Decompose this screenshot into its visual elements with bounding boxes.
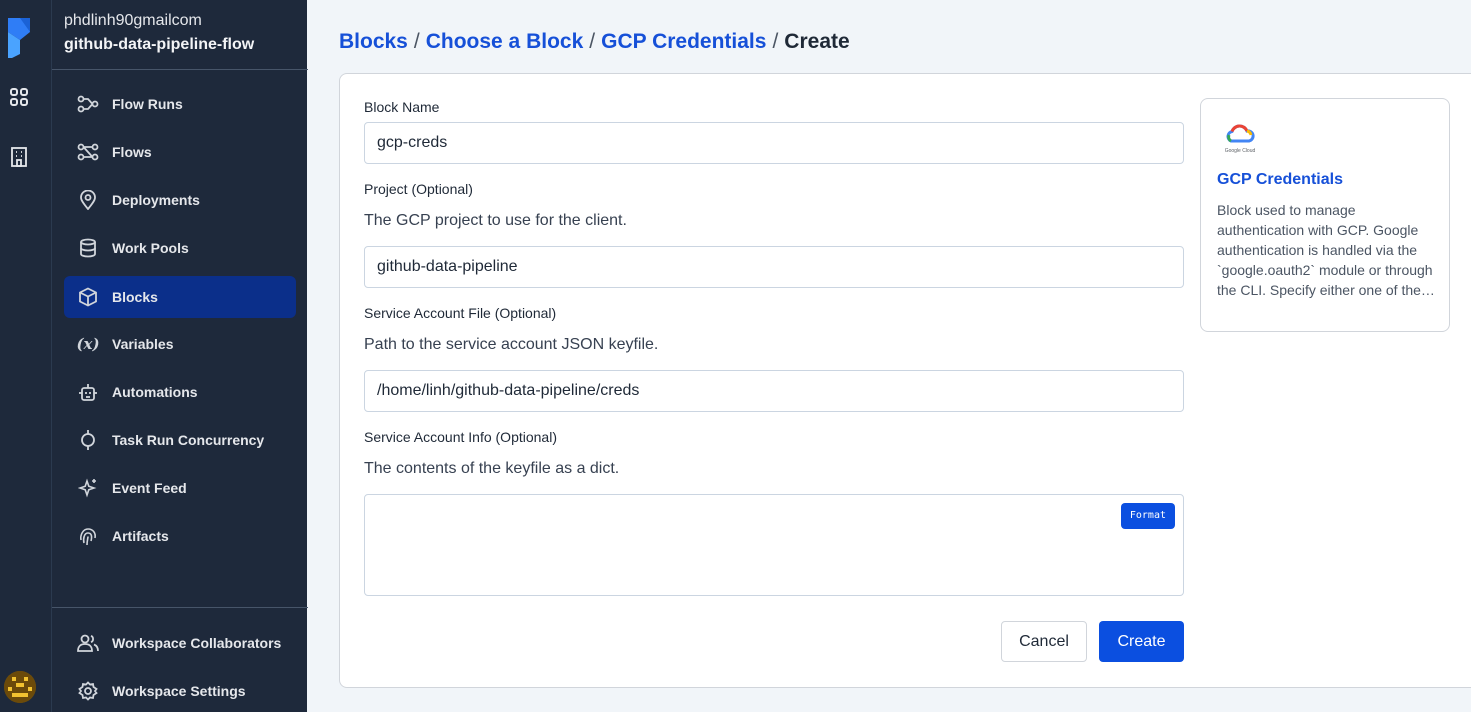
info-card-title[interactable]: GCP Credentials xyxy=(1217,171,1343,189)
building-icon[interactable] xyxy=(7,145,31,169)
sidebar-item-artifacts[interactable]: Artifacts xyxy=(64,515,296,557)
database-icon xyxy=(77,237,99,259)
sidebar-item-variables[interactable]: (x) Variables xyxy=(64,323,296,365)
service-account-file-label: Service Account File (Optional) xyxy=(364,305,557,321)
workspace-name: github-data-pipeline-flow xyxy=(64,36,255,53)
project-description: The GCP project to use for the client. xyxy=(364,212,627,229)
sidebar-item-flows[interactable]: Flows xyxy=(64,131,296,173)
variable-icon: (x) xyxy=(76,335,100,353)
fingerprint-icon xyxy=(77,525,99,547)
service-account-info-description: The contents of the keyfile as a dict. xyxy=(364,460,620,477)
breadcrumb-separator: / xyxy=(772,30,779,53)
workspace-header[interactable]: phdlinh90gmailcom github-data-pipeline-f… xyxy=(64,10,254,58)
sidebar-item-label: Deployments xyxy=(112,192,200,208)
sidebar: phdlinh90gmailcom github-data-pipeline-f… xyxy=(51,0,308,712)
gear-icon xyxy=(77,680,99,702)
format-button[interactable]: Format xyxy=(1120,503,1175,529)
breadcrumb-separator: / xyxy=(589,30,596,53)
sidebar-item-task-run-concurrency[interactable]: Task Run Concurrency xyxy=(64,419,296,461)
breadcrumb-current: Create xyxy=(784,30,850,53)
breadcrumb: Blocks / Choose a Block / GCP Credentials / Cr… xyxy=(339,30,850,54)
flows-icon xyxy=(77,141,99,163)
sidebar-item-work-pools[interactable]: Work Pools xyxy=(64,227,296,269)
dashboard-grid-icon[interactable] xyxy=(7,85,31,109)
google-cloud-logo-icon: Google Cloud xyxy=(1221,123,1259,157)
sidebar-item-label: Workspace Collaborators xyxy=(112,635,282,651)
create-button[interactable]: Create xyxy=(1099,621,1184,662)
user-avatar[interactable] xyxy=(4,671,36,703)
cancel-button[interactable]: Cancel xyxy=(1001,621,1087,662)
sidebar-item-event-feed[interactable]: Event Feed xyxy=(64,467,296,509)
sidebar-divider xyxy=(52,607,308,608)
project-label: Project (Optional) xyxy=(364,181,473,197)
workspace-account: phdlinh90gmailcom xyxy=(64,12,202,29)
sidebar-item-label: Blocks xyxy=(112,289,158,305)
sidebar-item-label: Work Pools xyxy=(112,240,189,256)
block-name-label: Block Name xyxy=(364,99,440,115)
service-account-file-input[interactable] xyxy=(364,370,1184,412)
concurrency-icon xyxy=(77,429,99,451)
breadcrumb-blocks[interactable]: Blocks xyxy=(339,30,408,53)
sidebar-item-label: Task Run Concurrency xyxy=(112,432,265,448)
service-account-info-editor[interactable]: Format xyxy=(364,494,1184,596)
google-cloud-logo-text: Google Cloud xyxy=(1224,148,1256,154)
sidebar-item-label: Artifacts xyxy=(112,528,169,544)
service-account-file-description: Path to the service account JSON keyfile… xyxy=(364,336,659,353)
sidebar-item-automations[interactable]: Automations xyxy=(64,371,296,413)
breadcrumb-choose-a-block[interactable]: Choose a Block xyxy=(426,30,584,53)
project-input[interactable] xyxy=(364,246,1184,288)
sidebar-item-flow-runs[interactable]: Flow Runs xyxy=(64,83,296,125)
sparkle-icon xyxy=(77,477,99,499)
sidebar-item-workspace-settings[interactable]: Workspace Settings xyxy=(64,670,296,712)
sidebar-item-blocks[interactable]: Blocks xyxy=(64,276,296,318)
sidebar-item-label: Workspace Settings xyxy=(112,683,246,699)
block-name-input[interactable] xyxy=(364,122,1184,164)
sidebar-item-label: Flow Runs xyxy=(112,96,183,112)
prefect-logo-icon[interactable] xyxy=(6,14,32,60)
flow-runs-icon xyxy=(77,93,99,115)
block-info-card: Google Cloud GCP Credentials Block used … xyxy=(1200,98,1450,332)
sidebar-item-label: Flows xyxy=(112,144,152,160)
robot-icon xyxy=(77,381,99,403)
info-card-description: Block used to manage authentication with… xyxy=(1217,202,1433,298)
breadcrumb-separator: / xyxy=(413,30,420,53)
sidebar-item-deployments[interactable]: Deployments xyxy=(64,179,296,221)
sidebar-item-workspace-collaborators[interactable]: Workspace Collaborators xyxy=(64,622,296,664)
sidebar-item-label: Variables xyxy=(112,336,174,352)
service-account-info-label: Service Account Info (Optional) xyxy=(364,429,557,445)
sidebar-divider xyxy=(52,69,308,70)
location-pin-icon xyxy=(77,189,99,211)
sidebar-item-label: Event Feed xyxy=(112,480,187,496)
users-icon xyxy=(77,632,99,654)
cube-icon xyxy=(77,286,99,308)
breadcrumb-gcp-credentials[interactable]: GCP Credentials xyxy=(601,30,766,53)
sidebar-item-label: Automations xyxy=(112,384,198,400)
icon-rail xyxy=(0,0,51,712)
